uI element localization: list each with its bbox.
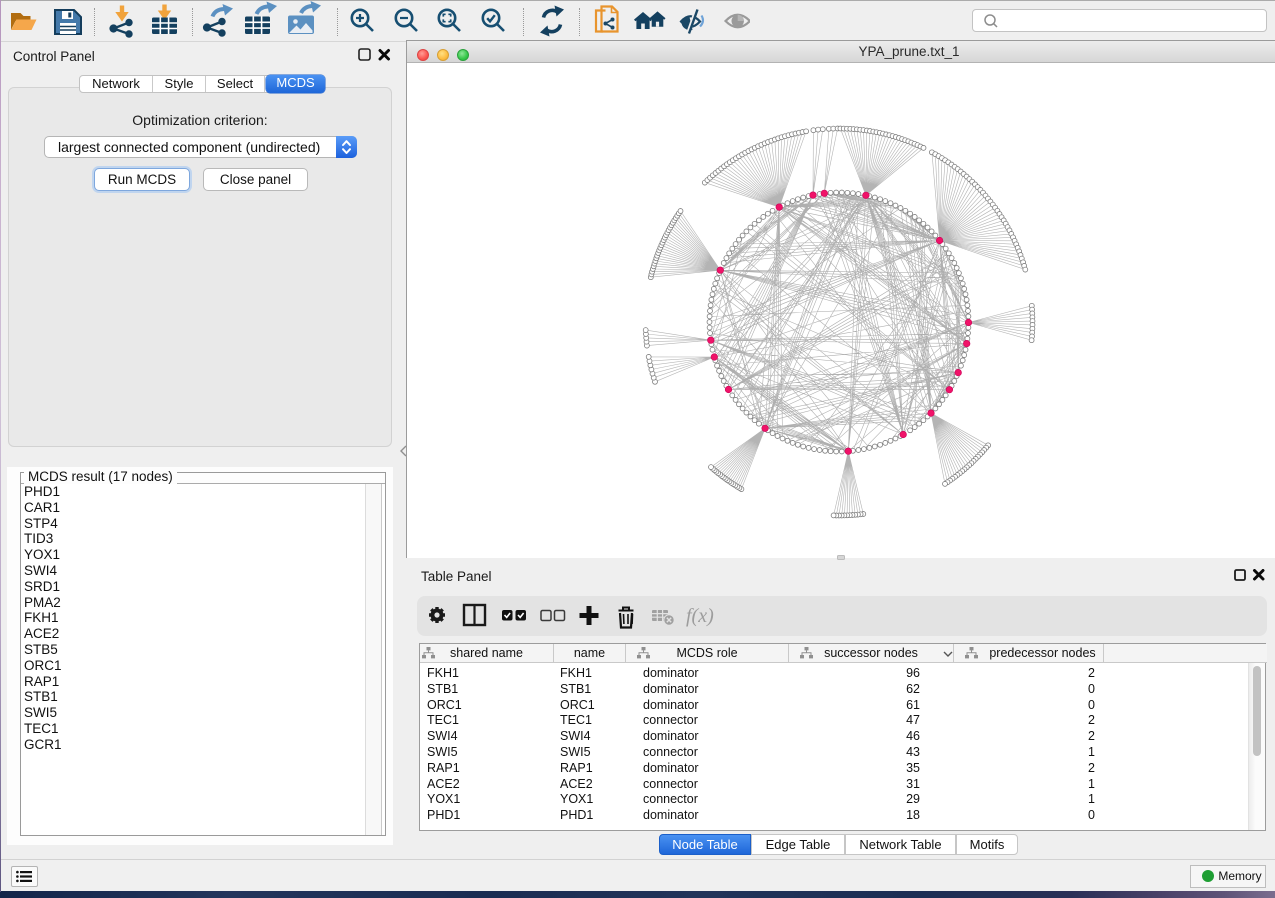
svg-text:f(x): f(x): [686, 605, 714, 627]
